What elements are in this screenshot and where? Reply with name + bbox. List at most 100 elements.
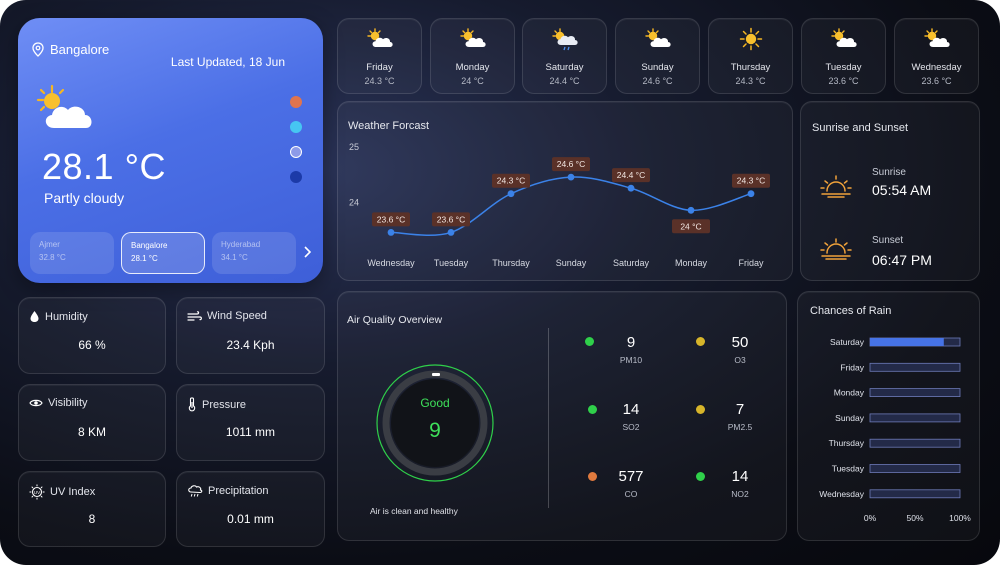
wind-value: 23.4 Kph [226, 338, 275, 352]
day-card-sunday[interactable]: Sunday 24.6 °C [615, 18, 700, 94]
sunset-label: Sunset [872, 235, 904, 246]
uv-sun-icon: UV [29, 484, 45, 500]
wind-card: Wind Speed 23.4 Kph [176, 297, 325, 374]
bar-track [869, 413, 961, 423]
data-label: 23.6 °C [377, 214, 405, 224]
city-tabs: Ajmer 32.8 °C Bangalore 28.1 °C Hyderaba… [30, 232, 296, 274]
data-point[interactable] [447, 229, 455, 236]
chevron-right-icon[interactable] [303, 246, 311, 258]
category-label: Saturday [830, 337, 865, 347]
day-temp: 23.6 °C [921, 76, 952, 86]
uv-value: 8 [88, 512, 96, 526]
pollutant-value: 577 [618, 468, 644, 485]
sunrise-label: Sunrise [872, 167, 906, 178]
sunset-icon [820, 238, 852, 260]
day-card-thursday[interactable]: Thursday 24.3 °C [708, 18, 793, 94]
category-label: Tuesday [832, 464, 865, 474]
pollutant-name: PM10 [619, 355, 643, 365]
city-tab-name: Bangalore [131, 241, 168, 250]
day-card-wednesday[interactable]: Wednesday 23.6 °C [894, 18, 979, 94]
visibility-label: Visibility [48, 397, 88, 409]
pollutant-value: 9 [626, 334, 636, 351]
day-name: Tuesday [825, 62, 862, 73]
day-name: Friday [366, 62, 393, 73]
uv-card: UV UV Index 8 [18, 471, 166, 547]
theme-dot-orange[interactable] [290, 96, 302, 108]
eye-icon [29, 399, 43, 407]
data-point[interactable] [387, 229, 395, 236]
data-point[interactable] [507, 190, 515, 198]
precipitation-label: Precipitation [208, 485, 269, 497]
bar-track [869, 464, 961, 473]
pollutant-name: NO2 [731, 489, 749, 499]
divider [548, 328, 549, 508]
theme-dot-lavender[interactable] [290, 146, 302, 158]
wind-label: Wind Speed [207, 310, 267, 322]
theme-dot-cyan[interactable] [290, 121, 302, 133]
status-dot [588, 472, 597, 481]
pollutant-name: CO [624, 489, 638, 499]
x-tick-label: 100% [949, 513, 971, 523]
uv-label: UV Index [50, 486, 96, 498]
pollutant-name: PM2.5 [727, 422, 753, 432]
data-label: 24.6 °C [557, 159, 585, 169]
last-updated: Last Updated, 18 Jun [170, 55, 285, 69]
current-weather-card: Bangalore Last Updated, 18 Jun 28.1 °C P… [18, 18, 323, 283]
air-quality-title: Air Quality Overview [347, 314, 443, 326]
day-name: Monday [455, 62, 490, 73]
data-label: 24.4 °C [617, 170, 645, 180]
x-tick-label: Wednesday [367, 258, 415, 268]
sunset-time: 06:47 PM [872, 252, 932, 268]
category-label: Monday [834, 388, 865, 398]
pressure-value: 1011 mm [225, 425, 276, 439]
x-tick-label: Sunday [556, 258, 587, 268]
rain-cloud-icon [188, 485, 203, 497]
day-name: Thursday [730, 62, 771, 73]
city-tab-ajmer[interactable]: Ajmer 32.8 °C [30, 232, 114, 274]
category-label: Friday [840, 362, 864, 372]
day-card-saturday[interactable]: Saturday 24.4 °C [522, 18, 607, 94]
sun-icon [739, 27, 762, 51]
day-temp: 24 °C [461, 76, 484, 86]
data-point[interactable] [567, 173, 575, 181]
humidity-card: Humidity 66 % [18, 297, 166, 374]
location-pin-icon [32, 42, 44, 57]
theme-dot-navy[interactable] [290, 171, 302, 183]
data-point[interactable] [627, 184, 635, 192]
air-quality-card: Air Quality Overview Good 9 Air is clean… [337, 291, 787, 541]
x-tick-label: Tuesday [434, 258, 469, 268]
day-card-monday[interactable]: Monday 24 °C [430, 18, 515, 94]
precipitation-card: Precipitation 0.01 mm [176, 471, 325, 547]
weather-dashboard: Bangalore Last Updated, 18 Jun 28.1 °C P… [0, 0, 1000, 565]
rain-cloud-icon [551, 28, 578, 51]
forecast-line-chart: 25 24 23.6 °C Wednesday 23.6 °C Tuesday 24.3 °… [349, 142, 770, 268]
x-tick-label: Friday [738, 258, 764, 268]
city-tab-hyderabad[interactable]: Hyderabad 34.1 °C [212, 232, 296, 274]
x-tick-label: Monday [675, 258, 708, 268]
day-card-friday[interactable]: Friday 24.3 °C [337, 18, 422, 94]
day-temp: 24.6 °C [642, 76, 673, 86]
day-temp: 24.3 °C [364, 76, 395, 86]
bar[interactable] [870, 338, 944, 346]
current-condition: Partly cloudy [44, 190, 125, 206]
category-label: Sunday [835, 413, 865, 423]
visibility-card: Visibility 8 KM [18, 384, 166, 461]
day-temp: 24.3 °C [735, 76, 766, 86]
category-label: Wednesday [819, 489, 864, 499]
data-point[interactable] [747, 190, 755, 198]
precipitation-value: 0.01 mm [227, 512, 274, 526]
humidity-drop-icon [30, 311, 39, 322]
sunrise-time: 05:54 AM [872, 182, 932, 198]
day-card-tuesday[interactable]: Tuesday 23.6 °C [801, 18, 886, 94]
visibility-value: 8 KM [77, 425, 106, 439]
data-point[interactable] [687, 206, 695, 214]
pollutant-value: 7 [735, 401, 745, 418]
thermometer-icon [188, 397, 196, 412]
day-name: Sunday [641, 62, 674, 73]
location-name: Bangalore [50, 42, 110, 57]
city-tab-bangalore[interactable]: Bangalore 28.1 °C [121, 232, 205, 274]
pollutant-no2: 14 NO2 [710, 468, 770, 499]
location-row: Bangalore [32, 42, 109, 57]
x-tick-label: Saturday [613, 258, 650, 268]
status-dot [585, 337, 594, 346]
